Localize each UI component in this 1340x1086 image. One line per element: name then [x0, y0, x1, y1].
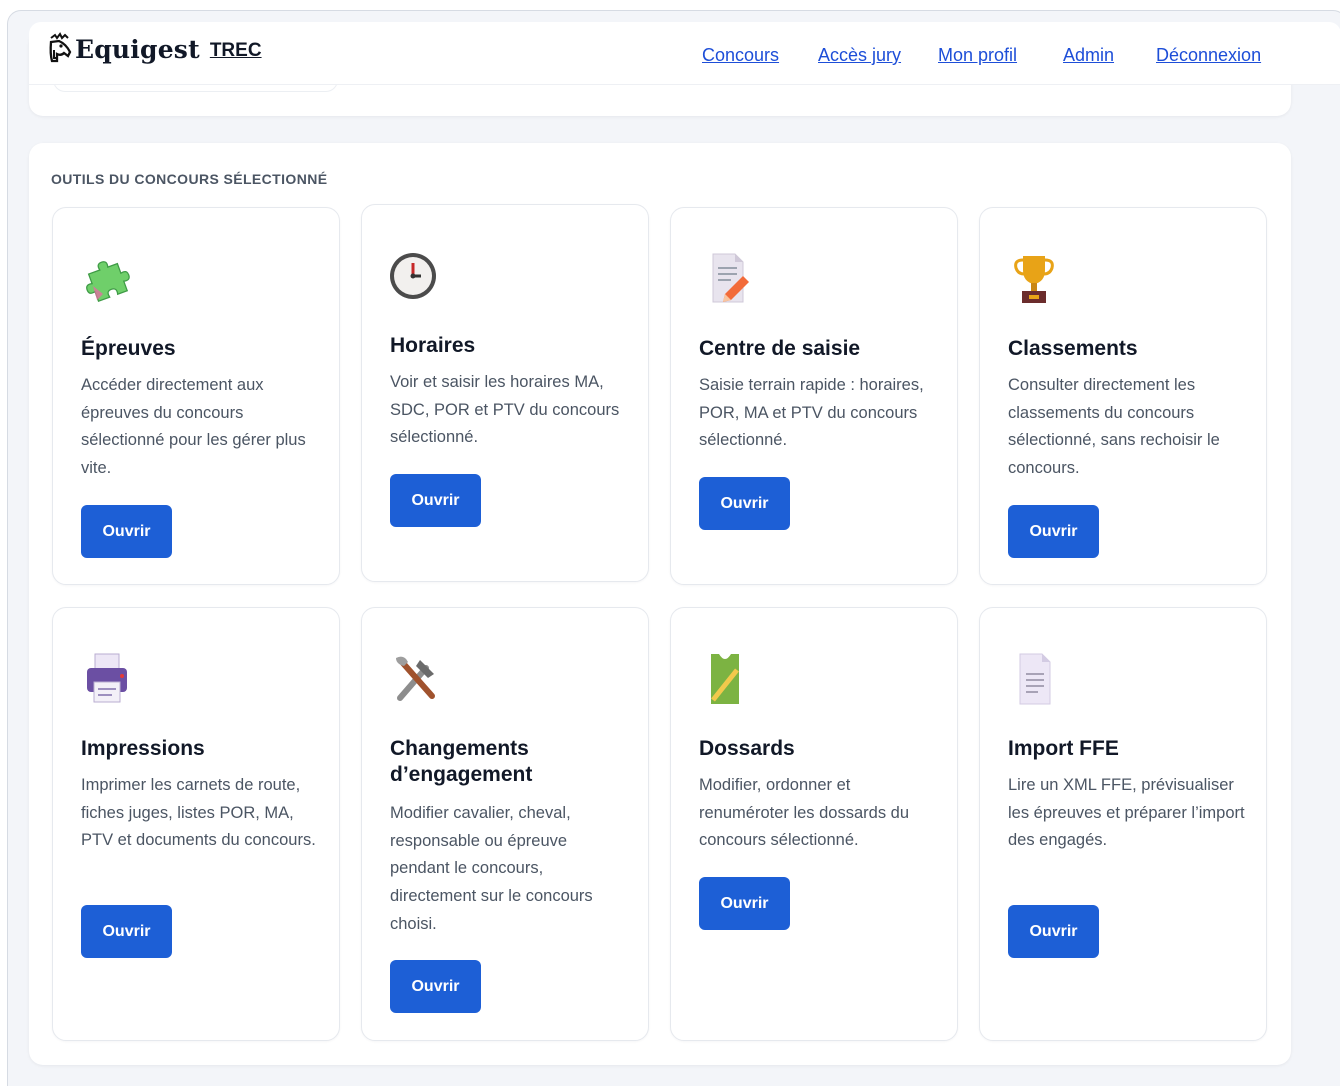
open-import-ffe-button[interactable]: Ouvrir	[1008, 905, 1099, 958]
card-title: Dossards	[699, 737, 795, 760]
card-description: Imprimer les carnets de route, fiches ju…	[81, 776, 316, 850]
clock-icon	[388, 247, 444, 303]
main-nav: Concours Accès jury Mon profil Admin Déc…	[0, 45, 1340, 67]
nav-link-acces-jury[interactable]: Accès jury	[818, 45, 901, 66]
tool-card-impressions: Impressions Imprimer les carnets de rout…	[52, 607, 340, 1041]
tool-card-centre-saisie: Centre de saisie Saisie terrain rapide :…	[670, 207, 958, 585]
card-title: Import FFE	[1008, 737, 1119, 760]
tool-card-horaires: Horaires Voir et saisir les horaires MA,…	[361, 204, 649, 582]
card-description: Consulter directement les classements du…	[1008, 376, 1220, 478]
printer-icon	[79, 650, 135, 706]
tool-card-import-ffe: Import FFE Lire un XML FFE, prévisualise…	[979, 607, 1267, 1041]
card-title: Horaires	[390, 334, 476, 357]
card-description: Voir et saisir les horaires MA, SDC, POR…	[390, 373, 620, 447]
section-title: OUTILS DU CONCOURS SÉLECTIONNÉ	[51, 171, 328, 187]
open-impressions-button[interactable]: Ouvrir	[81, 905, 172, 958]
card-description: Accéder directement aux épreuves du conc…	[81, 376, 306, 478]
card-description: Saisie terrain rapide : horaires, POR, M…	[699, 376, 924, 450]
card-title: Centre de saisie	[699, 337, 861, 360]
card-title: Changements d’engagement	[390, 737, 533, 786]
tool-card-epreuves: Épreuves Accéder directement aux épreuve…	[52, 207, 340, 585]
card-description: Lire un XML FFE, prévisualiser les épreu…	[1008, 776, 1245, 850]
open-epreuves-button[interactable]: Ouvrir	[81, 505, 172, 558]
trophy-icon	[1006, 252, 1062, 308]
nav-link-admin[interactable]: Admin	[1063, 45, 1114, 66]
card-title: Impressions	[81, 737, 205, 760]
puzzle-icon	[79, 252, 135, 308]
open-horaires-button[interactable]: Ouvrir	[390, 474, 481, 527]
open-centre-saisie-button[interactable]: Ouvrir	[699, 477, 790, 530]
open-dossards-button[interactable]: Ouvrir	[699, 877, 790, 930]
tools-icon	[388, 650, 444, 706]
tool-card-classements: Classements Consulter directement les cl…	[979, 207, 1267, 585]
bib-icon	[697, 650, 753, 706]
card-title: Classements	[1008, 337, 1138, 360]
tool-card-dossards: Dossards Modifier, ordonner et renumérot…	[670, 607, 958, 1041]
card-description: Modifier cavalier, cheval, responsable o…	[390, 804, 593, 933]
nav-link-mon-profil[interactable]: Mon profil	[938, 45, 1017, 66]
open-classements-button[interactable]: Ouvrir	[1008, 505, 1099, 558]
card-description: Modifier, ordonner et renuméroter les do…	[699, 776, 910, 850]
open-changements-button[interactable]: Ouvrir	[390, 960, 481, 1013]
document-icon	[1006, 650, 1062, 706]
card-title: Épreuves	[81, 337, 176, 360]
tool-card-changements-engagement: Changements d’engagement Modifier cavali…	[361, 607, 649, 1041]
nav-link-deconnexion[interactable]: Déconnexion	[1156, 45, 1261, 66]
memo-icon	[697, 250, 753, 306]
nav-link-concours[interactable]: Concours	[702, 45, 779, 66]
